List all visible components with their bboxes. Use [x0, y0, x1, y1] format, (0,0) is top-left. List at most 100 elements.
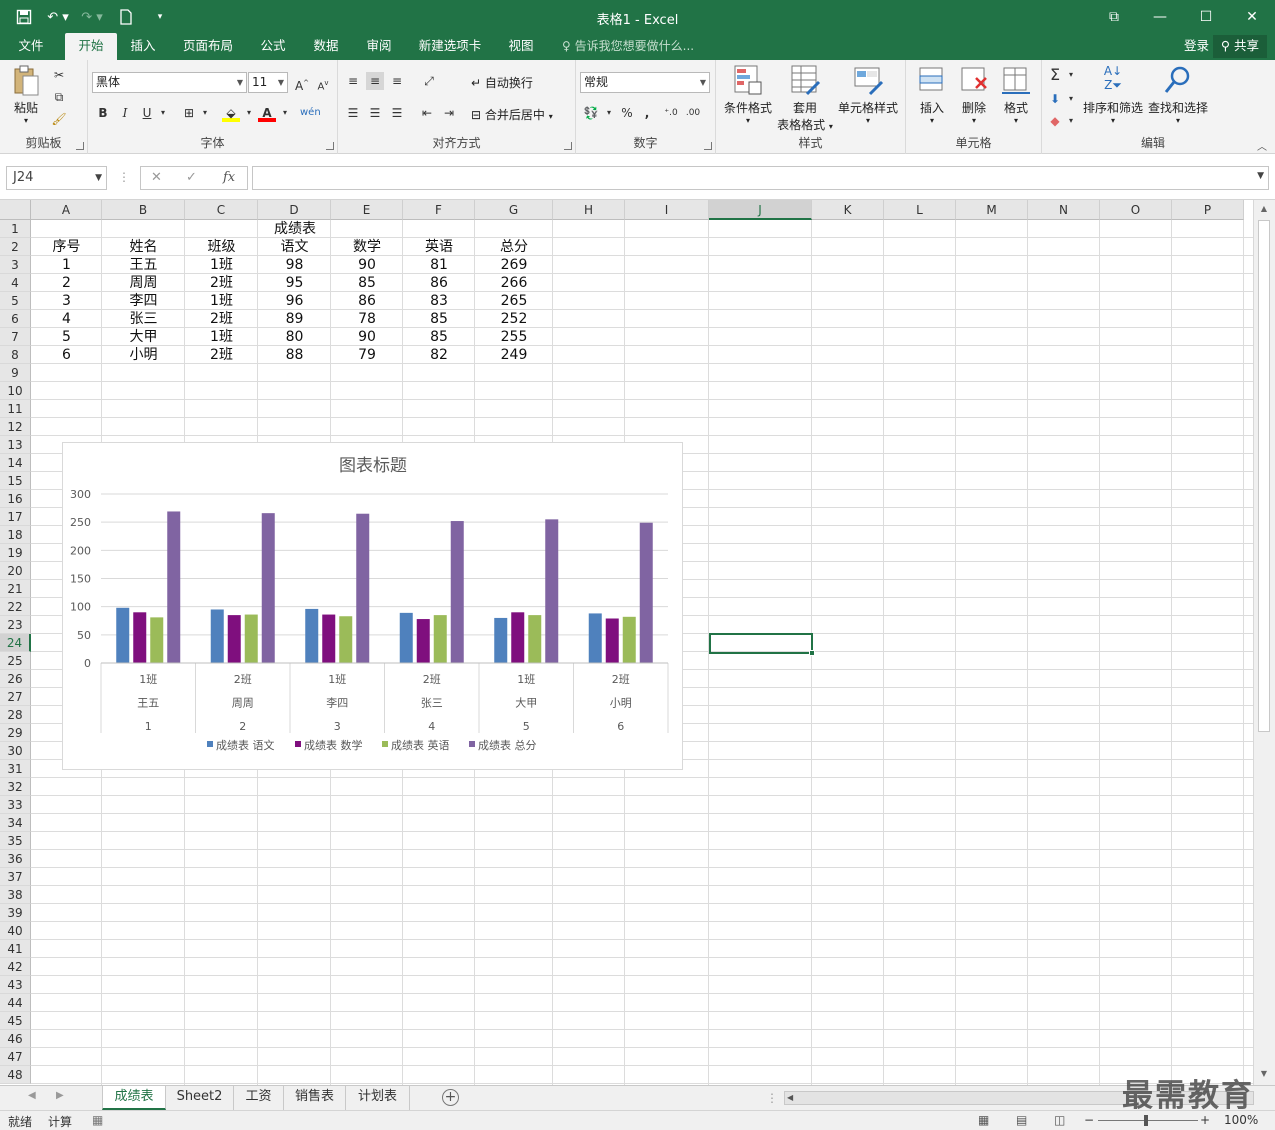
row-header-36[interactable]: 36: [0, 850, 31, 868]
tab-page-layout[interactable]: 页面布局: [176, 33, 240, 60]
cell-C2[interactable]: 班级: [185, 238, 258, 256]
row-header-31[interactable]: 31: [0, 760, 31, 778]
row-header-40[interactable]: 40: [0, 922, 31, 940]
tab-formulas[interactable]: 公式: [252, 33, 294, 60]
column-header-M[interactable]: M: [956, 200, 1028, 220]
wrap-text-button[interactable]: ↵ 自动换行: [471, 74, 533, 91]
cell-C6[interactable]: 2班: [185, 310, 258, 328]
row-header-47[interactable]: 47: [0, 1048, 31, 1066]
sheet-tab-工资[interactable]: 工资: [234, 1086, 284, 1110]
fill-dropdown-icon[interactable]: ▾: [240, 104, 258, 122]
cell-E5[interactable]: 86: [331, 292, 403, 310]
collapse-ribbon-icon[interactable]: ︿: [1257, 138, 1267, 153]
column-header-I[interactable]: I: [625, 200, 709, 220]
comma-button[interactable]: ,: [638, 104, 656, 122]
cell-E4[interactable]: 85: [331, 274, 403, 292]
row-header-23[interactable]: 23: [0, 616, 31, 634]
cell-G6[interactable]: 252: [475, 310, 553, 328]
cell-B5[interactable]: 李四: [102, 292, 185, 310]
cell-E7[interactable]: 90: [331, 328, 403, 346]
vertical-scrollbar[interactable]: ▲ ▼: [1253, 200, 1275, 1085]
font-color-dropdown-icon[interactable]: ▾: [276, 104, 294, 122]
sort-filter-button[interactable]: A↓ Z⏷ 排序和筛选 ▾: [1082, 64, 1144, 125]
sheet-tab-销售表[interactable]: 销售表: [284, 1086, 346, 1110]
cell-E2[interactable]: 数学: [331, 238, 403, 256]
column-header-A[interactable]: A: [31, 200, 102, 220]
cell-E8[interactable]: 79: [331, 346, 403, 364]
prev-sheet-icon[interactable]: ◀: [28, 1090, 36, 1101]
cell-B8[interactable]: 小明: [102, 346, 185, 364]
row-header-43[interactable]: 43: [0, 976, 31, 994]
row-header-30[interactable]: 30: [0, 742, 31, 760]
cell-B4[interactable]: 周周: [102, 274, 185, 292]
close-icon[interactable]: ✕: [1229, 0, 1275, 33]
percent-button[interactable]: %: [618, 104, 636, 122]
tab-home[interactable]: 开始: [65, 33, 117, 60]
cell-C7[interactable]: 1班: [185, 328, 258, 346]
cell-B7[interactable]: 大甲: [102, 328, 185, 346]
align-right-icon[interactable]: ☰: [388, 104, 406, 122]
tab-new-tab[interactable]: 新建选项卡: [412, 33, 488, 60]
row-header-15[interactable]: 15: [0, 472, 31, 490]
cell-A6[interactable]: 4: [31, 310, 102, 328]
cell-D8[interactable]: 88: [258, 346, 331, 364]
column-header-K[interactable]: K: [812, 200, 884, 220]
column-header-H[interactable]: H: [553, 200, 625, 220]
cell-G3[interactable]: 269: [475, 256, 553, 274]
cell-B6[interactable]: 张三: [102, 310, 185, 328]
cell-G4[interactable]: 266: [475, 274, 553, 292]
insert-function-icon[interactable]: fx: [223, 170, 235, 185]
column-header-E[interactable]: E: [331, 200, 403, 220]
sheet-tab-成绩表[interactable]: 成绩表: [102, 1086, 166, 1110]
orientation-icon[interactable]: ⤢: [420, 72, 438, 90]
font-color-icon[interactable]: A: [258, 104, 276, 122]
format-as-table-button[interactable]: 套用 表格格式 ▾: [774, 64, 836, 133]
row-header-4[interactable]: 4: [0, 274, 31, 292]
select-all-corner[interactable]: [0, 200, 31, 220]
zoom-out-icon[interactable]: −: [1084, 1113, 1094, 1127]
row-header-13[interactable]: 13: [0, 436, 31, 454]
sheet-tab-计划表[interactable]: 计划表: [346, 1086, 410, 1110]
align-center-icon[interactable]: ☰: [366, 104, 384, 122]
cell-D2[interactable]: 语文: [258, 238, 331, 256]
column-header-L[interactable]: L: [884, 200, 956, 220]
row-header-20[interactable]: 20: [0, 562, 31, 580]
cell-B2[interactable]: 姓名: [102, 238, 185, 256]
tab-review[interactable]: 审阅: [358, 33, 400, 60]
align-top-icon[interactable]: ≡: [344, 72, 362, 90]
cell-F8[interactable]: 82: [403, 346, 475, 364]
insert-cells-button[interactable]: 插入 ▾: [912, 64, 952, 125]
row-header-21[interactable]: 21: [0, 580, 31, 598]
cell-F2[interactable]: 英语: [403, 238, 475, 256]
row-header-19[interactable]: 19: [0, 544, 31, 562]
row-header-35[interactable]: 35: [0, 832, 31, 850]
autosum-dropdown-icon[interactable]: ▾: [1062, 66, 1080, 84]
row-header-42[interactable]: 42: [0, 958, 31, 976]
cell-E6[interactable]: 78: [331, 310, 403, 328]
row-header-11[interactable]: 11: [0, 400, 31, 418]
find-select-button[interactable]: 查找和选择 ▾: [1146, 64, 1210, 125]
zoom-slider-thumb[interactable]: [1144, 1115, 1148, 1126]
merge-center-button[interactable]: ⊟ 合并后居中 ▾: [471, 106, 553, 123]
decrease-decimal-icon[interactable]: .00: [684, 104, 702, 122]
maximize-icon[interactable]: ☐: [1183, 0, 1229, 33]
clipboard-launcher-icon[interactable]: [76, 142, 84, 150]
underline-dropdown-icon[interactable]: ▾: [154, 104, 172, 122]
alignment-launcher-icon[interactable]: [564, 142, 572, 150]
grow-font-icon[interactable]: A^: [293, 74, 311, 93]
font-size-select[interactable]: 11 ▼: [248, 72, 288, 93]
tab-view[interactable]: 视图: [500, 33, 542, 60]
table-title[interactable]: 成绩表: [259, 220, 331, 238]
cell-D5[interactable]: 96: [258, 292, 331, 310]
add-sheet-icon[interactable]: +: [442, 1089, 459, 1106]
row-header-3[interactable]: 3: [0, 256, 31, 274]
enter-icon[interactable]: ✓: [186, 170, 197, 185]
bold-button[interactable]: B: [94, 104, 112, 122]
cell-G5[interactable]: 265: [475, 292, 553, 310]
row-header-12[interactable]: 12: [0, 418, 31, 436]
fill-color-icon[interactable]: ⬙: [222, 104, 240, 122]
phonetic-guide-icon[interactable]: wén: [300, 104, 321, 122]
tell-me-search[interactable]: ♀ 告诉我您想要做什么...: [562, 33, 694, 59]
formula-input[interactable]: ▼: [252, 166, 1269, 190]
row-header-7[interactable]: 7: [0, 328, 31, 346]
